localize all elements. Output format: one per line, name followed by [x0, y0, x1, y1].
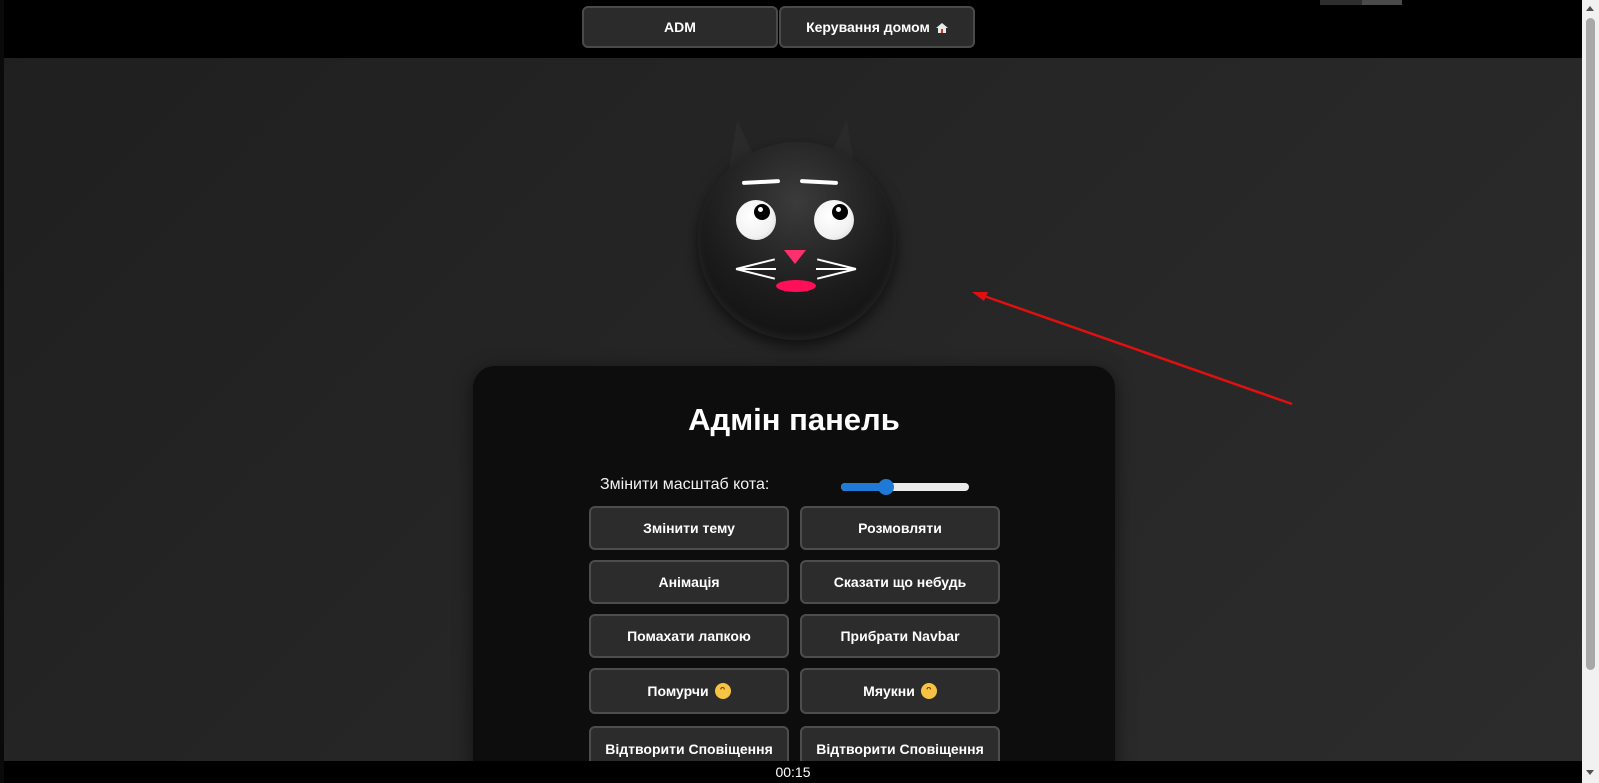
home-control-nav-button[interactable]: Керування домом: [779, 6, 975, 48]
top-right-tab: [1320, 0, 1402, 5]
cat-left-eye: [736, 200, 776, 240]
cat-right-pupil: [832, 204, 848, 220]
hide-navbar-button[interactable]: Прибрати Navbar: [800, 614, 1000, 658]
say-something-button[interactable]: Сказати що небудь: [800, 560, 1000, 604]
cat-left-brow: [741, 179, 781, 185]
meow-label: Мяукни: [863, 682, 915, 699]
change-theme-label: Змінити тему: [643, 519, 735, 536]
grinning-cat-icon: ᵔ: [714, 683, 731, 699]
play-notification-label: Відтворити Сповіщення: [605, 741, 773, 757]
cat-left-pupil: [754, 204, 770, 220]
animation-button[interactable]: Анімація: [589, 560, 789, 604]
house-icon: [935, 23, 948, 33]
admin-panel: Адмін панель Змінити масштаб кота: Зміни…: [473, 366, 1115, 761]
purr-label: Помурчи: [647, 682, 709, 699]
cat-scale-slider[interactable]: [841, 479, 969, 495]
cat-scale-label: Змінити масштаб кота:: [600, 476, 770, 493]
grinning-cat-icon: ᵔ: [920, 683, 937, 699]
play-notification-button[interactable]: Відтворити Сповіщення: [589, 726, 789, 761]
play-notification-button-2[interactable]: Відтворити Сповіщення: [800, 726, 1000, 761]
play-notification-label-2: Відтворити Сповіщення: [816, 741, 984, 757]
app-page: ADM Керування домом Адмін панель Змінити…: [4, 0, 1582, 761]
purr-button[interactable]: Помурчи ᵔ: [589, 668, 789, 714]
vertical-scrollbar[interactable]: [1582, 0, 1599, 783]
browser-viewport: ADM Керування домом Адмін панель Змінити…: [0, 0, 1599, 783]
cat-right-brow: [799, 179, 839, 185]
panel-title: Адмін панель: [688, 402, 900, 437]
say-something-label: Сказати що небудь: [833, 573, 967, 590]
wave-paw-button[interactable]: Помахати лапкою: [589, 614, 789, 658]
meow-button[interactable]: Мяукни ᵔ: [800, 668, 1000, 714]
cat-right-eye: [814, 200, 854, 240]
scroll-up-icon[interactable]: [1586, 6, 1594, 11]
cat-mouth: [776, 280, 816, 292]
animation-label: Анімація: [658, 573, 720, 590]
talk-button[interactable]: Розмовляти: [800, 506, 1000, 550]
hide-navbar-label: Прибрати Navbar: [840, 627, 960, 644]
cat-head: [698, 142, 896, 340]
timer-bar: 00:15: [4, 761, 1582, 783]
talk-label: Розмовляти: [858, 519, 942, 536]
adm-nav-label: ADM: [664, 19, 696, 35]
change-theme-button[interactable]: Змінити тему: [589, 506, 789, 550]
navbar: ADM Керування домом: [4, 0, 1582, 58]
adm-nav-button[interactable]: ADM: [582, 6, 778, 48]
timer-value: 00:15: [775, 764, 811, 780]
cat-nose: [784, 250, 806, 264]
scrollbar-thumb[interactable]: [1586, 18, 1595, 670]
scroll-down-icon[interactable]: [1586, 770, 1594, 775]
home-control-nav-label: Керування домом: [806, 19, 930, 35]
cat-avatar[interactable]: [694, 117, 900, 346]
wave-paw-label: Помахати лапкою: [627, 627, 751, 644]
cat-scale-slider-thumb[interactable]: [878, 479, 894, 495]
